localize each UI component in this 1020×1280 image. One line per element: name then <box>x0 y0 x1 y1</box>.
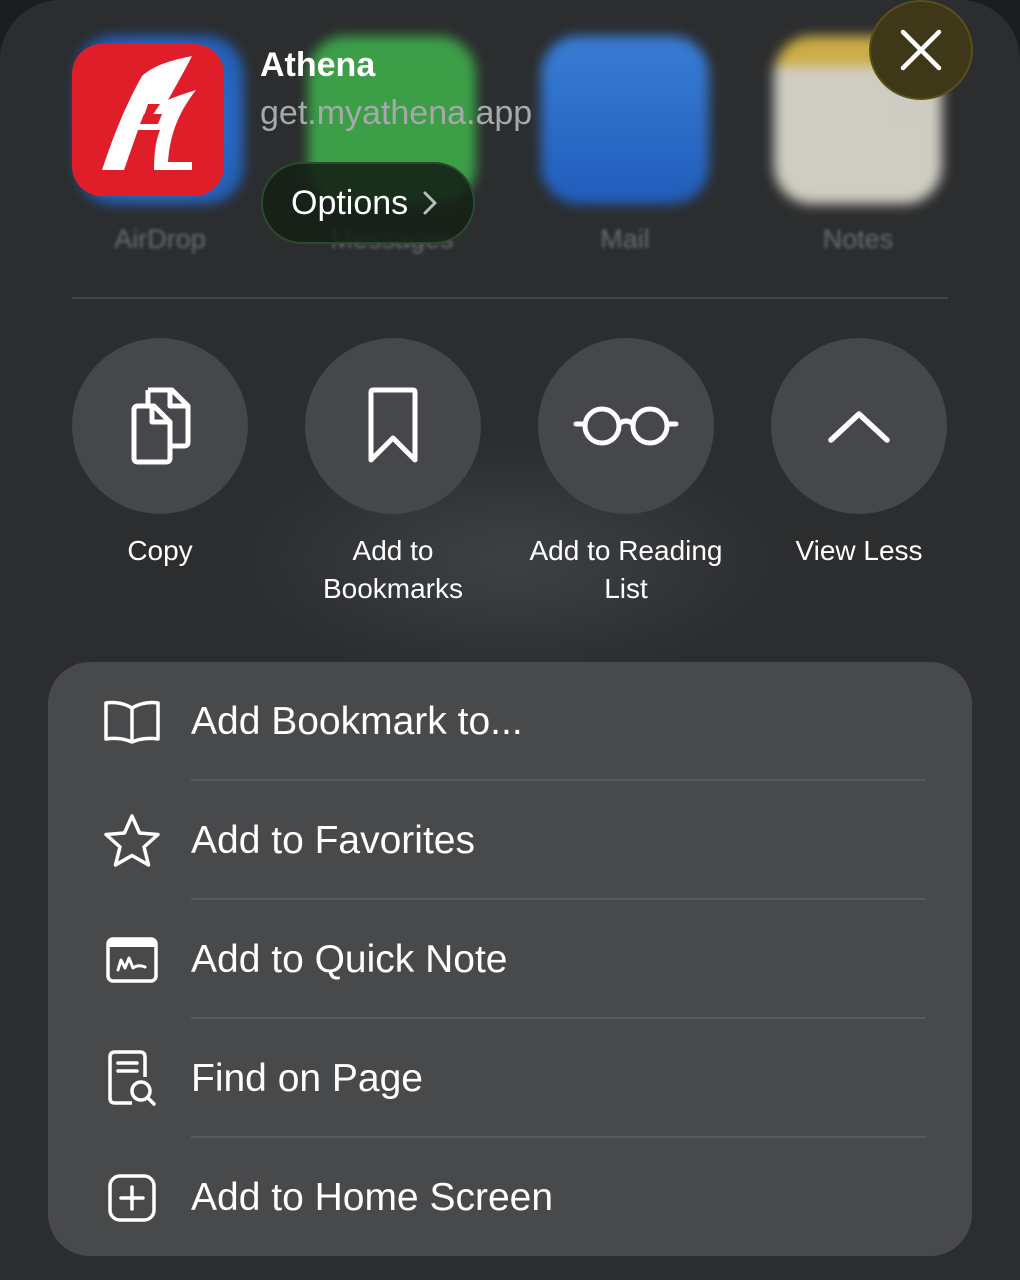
bookmark-icon <box>368 387 418 463</box>
menu-item-add-bookmark-to[interactable]: Add Bookmark to... <box>48 662 972 781</box>
chevron-up-icon <box>828 411 890 443</box>
mail-label: Mail <box>600 224 650 254</box>
share-sheet: AirDrop Messages Mail Notes Athena get.m… <box>0 0 1020 1280</box>
add-to-reading-list-action[interactable]: Add to Reading List <box>529 338 723 608</box>
options-label: Options <box>291 183 409 222</box>
plus-square-icon <box>102 1168 162 1228</box>
menu-item-find-on-page[interactable]: Find on Page <box>48 1019 972 1138</box>
menu-item-label: Find on Page <box>191 1056 424 1100</box>
app-name: Athena <box>260 46 376 84</box>
close-button[interactable] <box>869 0 973 100</box>
menu-item-label: Add to Favorites <box>191 818 475 862</box>
find-on-page-icon <box>102 1049 162 1109</box>
copy-label: Copy <box>127 535 193 566</box>
menu-item-add-to-quick-note[interactable]: Add to Quick Note <box>48 900 972 1019</box>
copy-icon <box>131 387 191 465</box>
airdrop-label: AirDrop <box>114 224 206 254</box>
star-icon <box>102 811 162 871</box>
add-to-bookmarks-action[interactable]: Add to Bookmarks <box>305 338 481 608</box>
view-less-action[interactable]: View Less <box>771 338 947 570</box>
menu-item-add-to-favorites[interactable]: Add to Favorites <box>48 781 972 900</box>
book-icon <box>102 692 162 752</box>
options-button[interactable]: Options <box>261 162 475 244</box>
app-url: get.myathena.app <box>260 94 533 132</box>
glasses-icon <box>573 406 679 446</box>
actions-list: Add Bookmark to... Add to Favorites Add … <box>48 662 972 1256</box>
add-to-bookmarks-label: Add to Bookmarks <box>322 535 464 604</box>
menu-item-label: Add Bookmark to... <box>191 699 523 743</box>
quick-note-icon <box>102 930 162 990</box>
copy-action[interactable]: Copy <box>72 338 248 570</box>
divider <box>72 297 948 299</box>
chevron-right-icon <box>423 191 437 215</box>
menu-item-label: Add to Home Screen <box>191 1175 554 1219</box>
mail-icon[interactable] <box>541 36 709 204</box>
add-to-reading-list-label: Add to Reading List <box>529 535 723 604</box>
menu-item-add-to-home-screen[interactable]: Add to Home Screen <box>48 1138 972 1257</box>
close-icon <box>900 29 942 71</box>
athena-app-icon <box>72 44 224 196</box>
view-less-label: View Less <box>795 535 923 566</box>
menu-item-label: Add to Quick Note <box>191 937 508 981</box>
notes-label: Notes <box>822 224 894 254</box>
